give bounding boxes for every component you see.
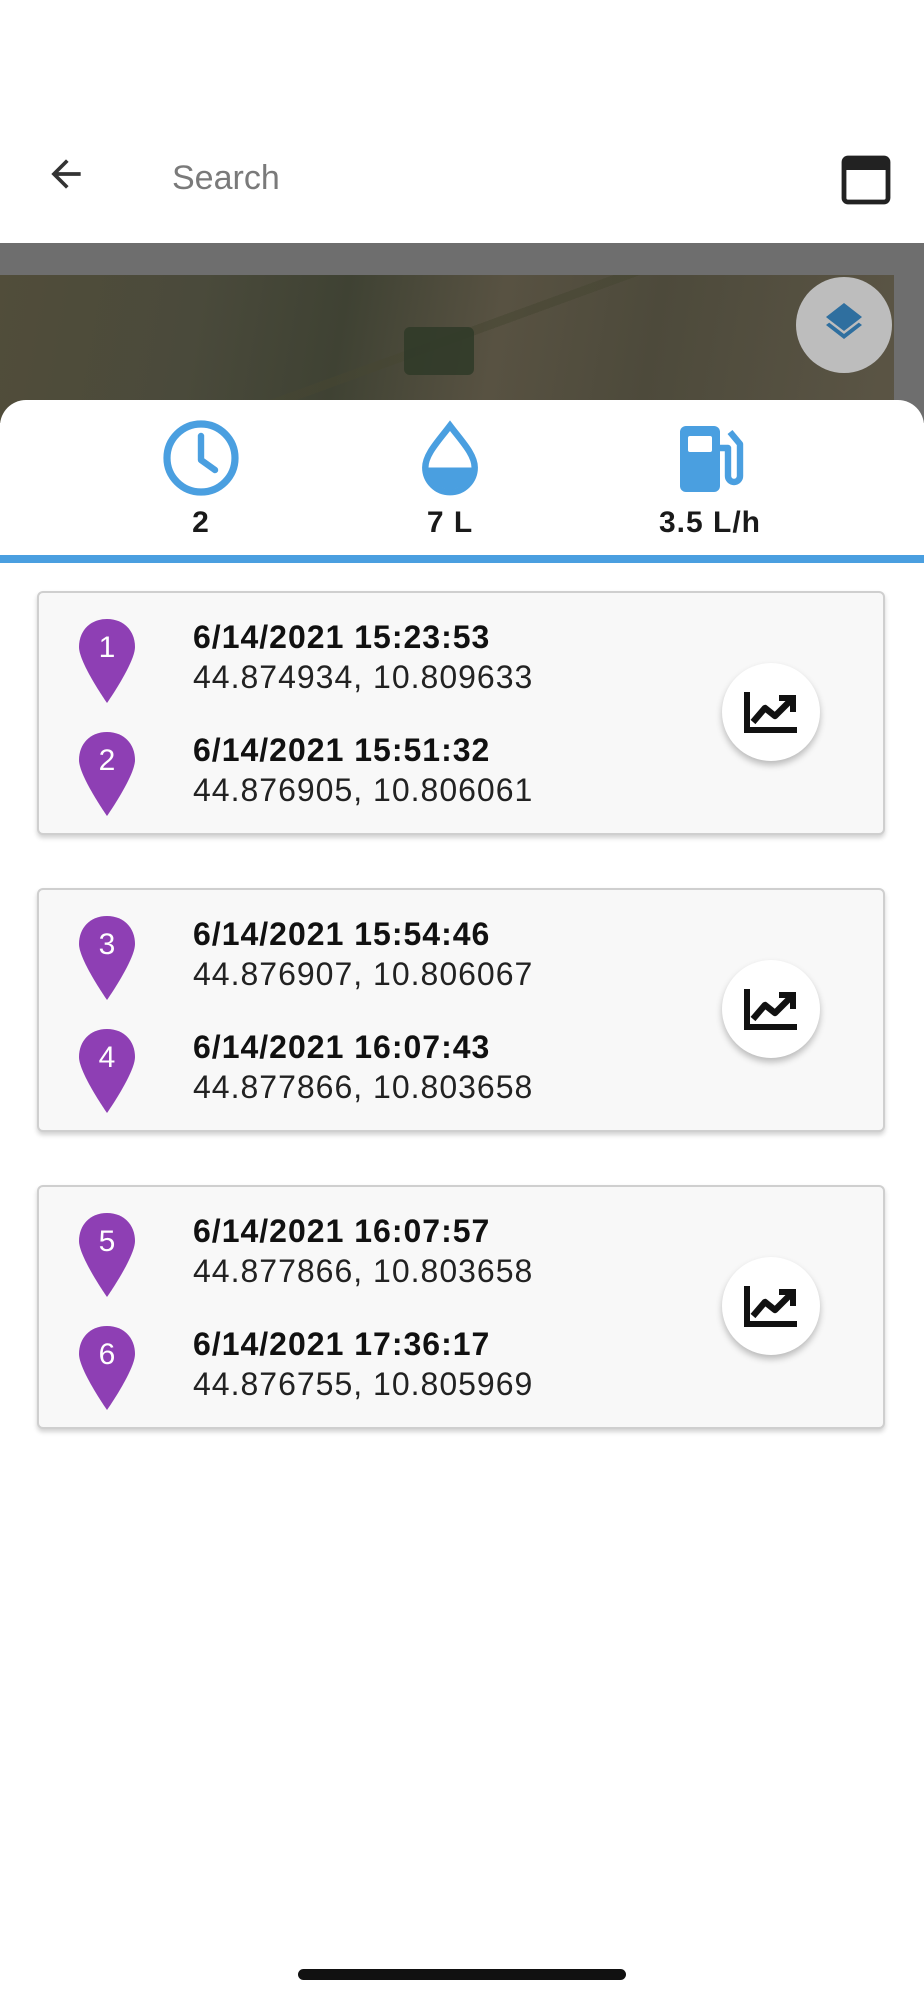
point-time: 6/14/2021 17:36:17 xyxy=(193,1326,491,1362)
summary-stats: 2 7 L 3.5 L/h xyxy=(0,400,924,558)
point-coordinates: 44.876907, 10.806067 xyxy=(193,956,534,992)
stat-rate-value: 3.5 L/h xyxy=(658,506,762,539)
trending-up-icon xyxy=(744,989,797,1030)
trending-up-icon xyxy=(744,1286,797,1327)
layers-icon xyxy=(826,303,862,339)
fuel-pump-icon xyxy=(680,426,744,492)
point-number: 4 xyxy=(98,1041,116,1074)
point-number: 5 xyxy=(98,1225,116,1258)
point-start: 1 6/14/2021 15:23:53 44.874934, 10.80963… xyxy=(77,619,597,709)
segment-card: 3 6/14/2021 15:54:46 44.876907, 10.80606… xyxy=(37,888,885,1132)
stat-fuel-value: 7 L xyxy=(426,506,474,539)
clock-icon xyxy=(163,420,239,496)
map-layers-button[interactable] xyxy=(796,277,892,373)
chart-button[interactable] xyxy=(722,1257,820,1355)
segment-card: 1 6/14/2021 15:23:53 44.874934, 10.80963… xyxy=(37,591,885,835)
point-coordinates: 44.877866, 10.803658 xyxy=(193,1253,534,1289)
trending-up-icon xyxy=(744,692,797,733)
search-input[interactable] xyxy=(172,150,792,206)
point-time: 6/14/2021 16:07:57 xyxy=(193,1213,491,1249)
point-start: 5 6/14/2021 16:07:57 44.877866, 10.80365… xyxy=(77,1213,597,1303)
point-time: 6/14/2021 15:23:53 xyxy=(193,619,491,655)
point-end: 6 6/14/2021 17:36:17 44.876755, 10.80596… xyxy=(77,1326,597,1416)
point-coordinates: 44.876905, 10.806061 xyxy=(193,772,534,808)
point-time: 6/14/2021 16:07:43 xyxy=(193,1029,491,1065)
point-coordinates: 44.877866, 10.803658 xyxy=(193,1069,534,1105)
tree-row xyxy=(404,327,474,375)
calendar-button[interactable] xyxy=(836,148,896,208)
chart-button[interactable] xyxy=(722,960,820,1058)
app-bar xyxy=(0,0,924,243)
home-indicator[interactable] xyxy=(298,1969,626,1980)
point-start: 3 6/14/2021 15:54:46 44.876907, 10.80606… xyxy=(77,916,597,1006)
point-number: 2 xyxy=(98,744,116,777)
stat-fuel: 7 L xyxy=(350,418,550,548)
stats-divider xyxy=(0,555,924,563)
point-number: 1 xyxy=(98,631,116,664)
stat-duration: 2 xyxy=(101,418,301,548)
point-end: 2 6/14/2021 15:51:32 44.876905, 10.80606… xyxy=(77,732,597,822)
droplet-icon xyxy=(422,420,478,496)
point-coordinates: 44.874934, 10.809633 xyxy=(193,659,534,695)
calendar-icon xyxy=(841,155,891,205)
point-time: 6/14/2021 15:54:46 xyxy=(193,916,491,952)
stat-rate: 3.5 L/h xyxy=(610,418,810,548)
chart-button[interactable] xyxy=(722,663,820,761)
stat-duration-value: 2 xyxy=(192,506,210,539)
point-coordinates: 44.876755, 10.805969 xyxy=(193,1366,534,1402)
map-view[interactable] xyxy=(0,243,924,423)
point-number: 6 xyxy=(98,1338,116,1371)
point-number: 3 xyxy=(98,928,116,961)
segment-card: 5 6/14/2021 16:07:57 44.877866, 10.80365… xyxy=(37,1185,885,1429)
point-time: 6/14/2021 15:51:32 xyxy=(193,732,491,768)
back-button[interactable] xyxy=(36,144,96,204)
arrow-back-icon xyxy=(51,159,81,189)
point-end: 4 6/14/2021 16:07:43 44.877866, 10.80365… xyxy=(77,1029,597,1119)
